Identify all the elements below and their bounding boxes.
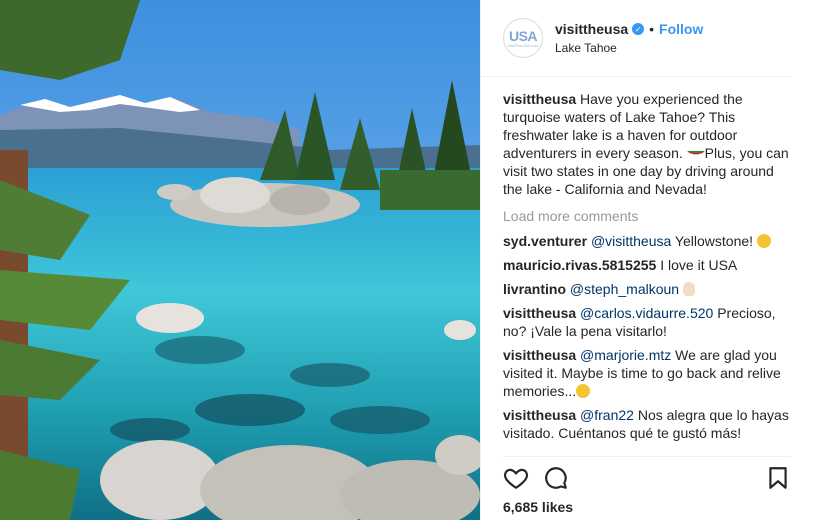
follow-button[interactable]: Follow [659,21,703,37]
wink-emoji [576,384,591,398]
comment-username[interactable]: visittheusa [503,347,576,363]
comment-username[interactable]: visittheusa [503,305,576,321]
comment-mention[interactable]: @steph_malkoun [570,281,679,297]
instagram-post: USA VisitTheUSA.com visittheusa ✓ • Foll… [0,0,813,520]
caption-username[interactable]: visittheusa [503,91,576,107]
likes-count[interactable]: 6,685 likes [503,499,573,515]
comment-item: visittheusa @marjorie.mtz We are glad yo… [503,346,791,400]
smile-emoji [756,234,771,248]
avatar-logo-text: USA [508,27,538,44]
comment-mention[interactable]: @marjorie.mtz [580,347,671,363]
comment-text: I love it USA [660,257,738,273]
avatar[interactable]: USA VisitTheUSA.com [503,18,543,58]
comment-username[interactable]: livrantino [503,281,566,297]
comment-mention[interactable]: @carlos.vidaurre.520 [580,305,713,321]
post-sidebar: USA VisitTheUSA.com visittheusa ✓ • Foll… [480,0,813,520]
check-icon: ✓ [632,23,645,35]
comment-username[interactable]: visittheusa [503,407,576,423]
header-top-row: visittheusa ✓ • Follow [555,21,703,37]
location-link[interactable]: Lake Tahoe [555,41,703,55]
canoe-emoji [686,151,705,155]
post-header: USA VisitTheUSA.com visittheusa ✓ • Foll… [481,0,791,77]
account-username[interactable]: visittheusa [555,21,628,37]
separator-dot: • [649,21,655,37]
comment-item: livrantino @steph_malkoun [503,280,791,298]
comment-mention[interactable]: @visittheusa [591,233,671,249]
header-text: visittheusa ✓ • Follow Lake Tahoe [555,21,703,55]
post-photo[interactable] [0,0,480,520]
post-caption: visittheusa Have you experienced the tur… [503,90,791,198]
avatar-logo-subtext: VisitTheUSA.com [507,42,539,48]
load-more-comments-link[interactable]: Load more comments [503,207,791,225]
comment-username[interactable]: mauricio.rivas.5815255 [503,257,656,273]
comment-text: Yellowstone! [671,233,757,249]
comment-item: visittheusa @carlos.vidaurre.520 Precios… [503,304,791,340]
heart-icon[interactable] [503,465,529,491]
comment-item: visittheusa @fran22 Nos alegra que lo ha… [503,406,791,442]
comment-username[interactable]: syd.venturer [503,233,587,249]
bookmark-icon[interactable] [765,465,791,491]
comments-list: visittheusa Have you experienced the tur… [481,77,813,442]
comment-mention[interactable]: @fran22 [580,407,634,423]
comment-icon[interactable] [543,465,569,491]
action-bar [503,456,791,497]
comment-item: mauricio.rivas.5815255 I love it USA [503,256,791,274]
comment-item: syd.venturer @visittheusa Yellowstone! [503,232,791,250]
lake-tahoe-photo [0,0,480,520]
ok-hand-emoji [682,282,695,296]
action-icons [503,465,791,491]
